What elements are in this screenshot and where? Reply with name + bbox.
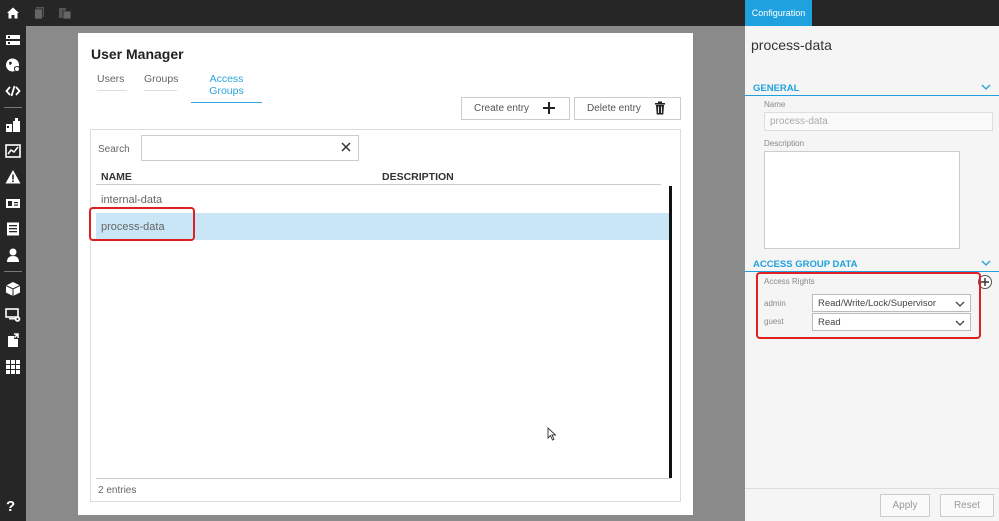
reset-button[interactable]: Reset	[940, 494, 994, 517]
export-icon[interactable]	[5, 333, 21, 349]
panel-footer-divider	[745, 488, 999, 489]
package-icon[interactable]	[5, 281, 21, 297]
general-section-label: GENERAL	[753, 83, 800, 94]
tab-configuration[interactable]: Configuration	[745, 0, 812, 26]
chart-icon[interactable]	[5, 143, 21, 159]
monitor-settings-icon[interactable]	[5, 307, 21, 323]
access-rights-highlight	[756, 272, 981, 339]
log-icon[interactable]	[5, 221, 21, 237]
mouse-cursor-icon	[547, 426, 557, 441]
plus-icon	[542, 101, 556, 115]
close-icon[interactable]	[340, 141, 352, 153]
code-icon[interactable]	[5, 83, 21, 99]
trash-icon	[653, 101, 667, 115]
column-header-description[interactable]: DESCRIPTION	[382, 171, 454, 183]
chevron-down-icon[interactable]	[981, 258, 991, 268]
search-field	[141, 135, 359, 161]
create-entry-label: Create entry	[474, 103, 530, 114]
plus-icon	[981, 278, 989, 286]
user-icon[interactable]	[5, 247, 21, 263]
sidebar-separator	[4, 271, 22, 272]
user-manager-card: User Manager Users Groups Access Groups …	[78, 33, 693, 515]
tab-access-groups[interactable]: Access Groups	[191, 73, 262, 103]
page-title: User Manager	[91, 46, 184, 62]
tab-users[interactable]: Users	[97, 73, 127, 91]
configuration-panel: Configuration process-data GENERAL Name …	[745, 0, 999, 521]
description-label: Description	[764, 139, 805, 148]
panel-title: process-data	[751, 37, 832, 53]
delete-entry-label: Delete entry	[587, 103, 641, 114]
top-toolbar	[0, 0, 745, 26]
home-icon[interactable]	[6, 6, 20, 20]
delete-entry-button[interactable]: Delete entry	[574, 97, 681, 120]
access-group-data-section-label: ACCESS GROUP DATA	[753, 259, 858, 270]
paste-icon[interactable]	[58, 6, 72, 20]
create-entry-button[interactable]: Create entry	[461, 97, 570, 120]
grid-icon[interactable]	[5, 359, 21, 375]
warning-icon[interactable]	[5, 169, 21, 185]
description-field[interactable]	[764, 151, 960, 249]
search-label: Search	[98, 144, 130, 155]
copy-icon[interactable]	[33, 6, 47, 20]
apply-button[interactable]: Apply	[880, 494, 930, 517]
header-divider	[96, 184, 661, 185]
tab-groups[interactable]: Groups	[144, 73, 178, 91]
help-icon[interactable]: ?	[6, 498, 15, 515]
access-group-data-section-header[interactable]: ACCESS GROUP DATA	[745, 257, 999, 272]
general-section-header[interactable]: GENERAL	[745, 81, 999, 96]
footer-divider	[96, 478, 671, 479]
name-field[interactable]	[764, 112, 993, 131]
list-icon[interactable]	[5, 32, 21, 48]
name-label: Name	[764, 100, 786, 109]
column-header-name[interactable]: NAME	[101, 171, 132, 183]
left-sidebar: ?	[0, 26, 26, 521]
row-name: internal-data	[101, 194, 163, 206]
search-input[interactable]	[144, 138, 334, 158]
globe-icon[interactable]	[5, 57, 21, 73]
entries-count: 2 entries	[98, 485, 137, 496]
access-groups-list: Search NAME DESCRIPTION internal-data pr…	[90, 129, 681, 502]
selected-row-highlight	[89, 207, 195, 241]
sidebar-separator	[4, 107, 22, 108]
id-card-icon[interactable]	[5, 195, 21, 211]
modules-icon[interactable]	[5, 117, 21, 133]
chevron-down-icon[interactable]	[981, 82, 991, 92]
list-scrollbar[interactable]	[669, 186, 672, 478]
